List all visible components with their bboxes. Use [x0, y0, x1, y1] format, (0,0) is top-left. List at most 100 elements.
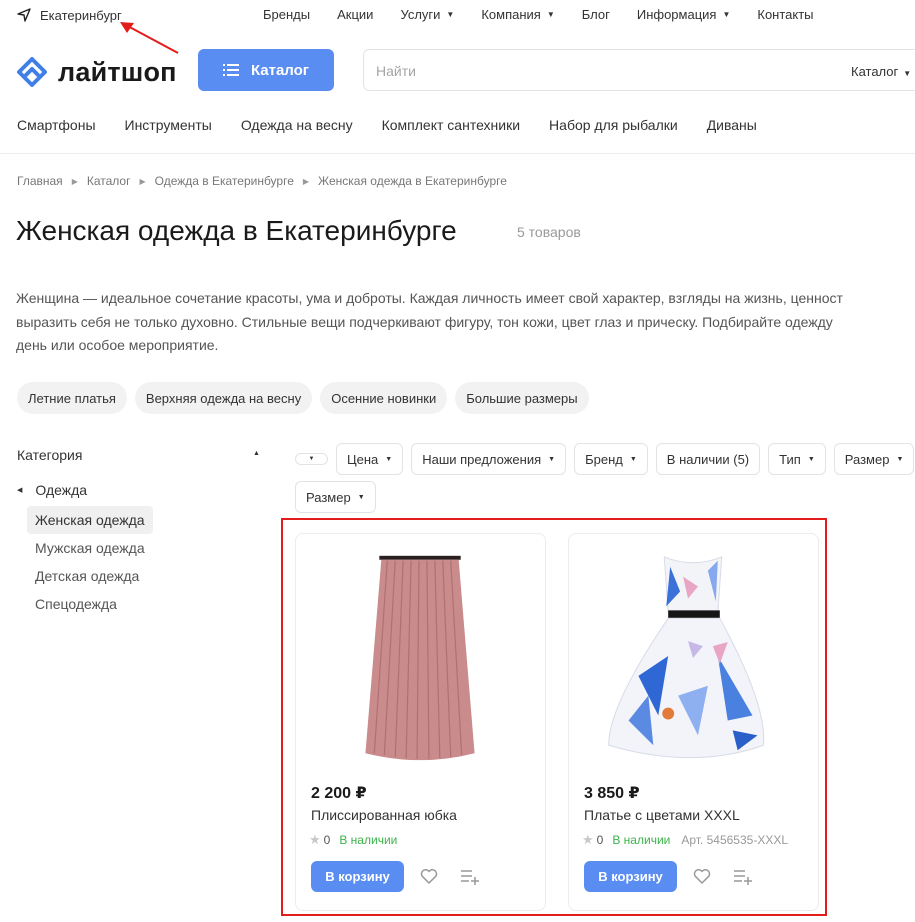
- catnav-item[interactable]: Комплект сантехники: [382, 117, 520, 133]
- add-to-cart-button[interactable]: В корзину: [311, 861, 404, 892]
- product-count: 5 товаров: [517, 224, 581, 240]
- product-rating: 0: [596, 833, 604, 847]
- search-input[interactable]: Найти Каталог ▼: [363, 49, 915, 91]
- city-selector[interactable]: Екатеринбург: [16, 7, 122, 23]
- filter-in-stock[interactable]: В наличии (5): [655, 443, 761, 475]
- tag-spring-outerwear[interactable]: Верхняя одежда на весну: [134, 382, 313, 414]
- filter-size-2[interactable]: Размер ▼: [295, 481, 376, 513]
- page-title: Женская одежда в Екатеринбурге: [16, 215, 457, 246]
- catnav-item[interactable]: Смартфоны: [17, 117, 96, 133]
- category-nav: Смартфоны Инструменты Одежда на весну Ко…: [17, 117, 786, 133]
- logo-text: лайтшоп: [58, 56, 177, 87]
- topnav-item-contacts[interactable]: Контакты: [757, 7, 813, 22]
- caret-down-icon: ▼: [722, 10, 731, 19]
- logo[interactable]: лайтшоп: [16, 56, 177, 88]
- sidebar-list: Женская одежда Мужская одежда Детская од…: [27, 506, 153, 618]
- catnav-item[interactable]: Диваны: [707, 117, 757, 133]
- heart-icon[interactable]: [420, 868, 438, 885]
- caret-down-icon: ▼: [446, 10, 455, 19]
- breadcrumb: Главная ▶ Каталог ▶ Одежда в Екатеринбур…: [17, 174, 507, 188]
- caret-down-icon: ▼: [629, 455, 637, 463]
- sidebar-item-kids[interactable]: Детская одежда: [27, 562, 153, 590]
- product-article: Арт. 5456535-XXXL: [681, 833, 789, 847]
- product-price: 3 850 ₽: [584, 785, 640, 802]
- topnav-item-info[interactable]: Информация ▼: [637, 7, 731, 22]
- search-placeholder: Найти: [376, 63, 416, 79]
- tag-autumn-new[interactable]: Осенние новинки: [320, 382, 448, 414]
- caret-down-icon: ▼: [896, 455, 904, 463]
- breadcrumb-item[interactable]: Главная: [17, 174, 63, 188]
- breadcrumb-current: Женская одежда в Екатеринбурге: [318, 174, 507, 188]
- filter-brand[interactable]: Бренд ▼: [574, 443, 648, 475]
- breadcrumb-separator-icon: ▶: [139, 176, 146, 186]
- sidebar-title[interactable]: Категория: [17, 447, 82, 463]
- caret-down-icon: ▼: [807, 455, 815, 463]
- caret-down-icon: ▼: [546, 10, 555, 19]
- breadcrumb-item[interactable]: Одежда в Екатеринбурге: [155, 174, 294, 188]
- product-card[interactable]: 2 200 ₽ Плиссированная юбка ★ 0 В наличи…: [295, 533, 546, 911]
- caret-up-icon[interactable]: ▲: [253, 450, 260, 457]
- sidebar-item-women[interactable]: Женская одежда: [27, 506, 153, 534]
- description-line: Женщина — идеальное сочетание красоты, у…: [16, 290, 843, 306]
- caret-down-icon: ▼: [548, 455, 556, 463]
- product-name[interactable]: Платье с цветами XXXL: [584, 807, 740, 823]
- divider: [0, 153, 915, 154]
- catalog-button[interactable]: Каталог: [198, 49, 334, 91]
- breadcrumb-separator-icon: ▶: [71, 176, 78, 186]
- catnav-item[interactable]: Набор для рыбалки: [549, 117, 678, 133]
- filter-type[interactable]: Тип ▼: [768, 443, 826, 475]
- description-line: выразить себя не только духовно. Стильны…: [16, 313, 833, 330]
- compare-icon[interactable]: [460, 868, 480, 886]
- sidebar-group-label: Одежда: [35, 482, 88, 498]
- location-arrow-icon: [17, 8, 31, 22]
- filters: ▼ Цена ▼ Наши предложения ▼ Бренд ▼ В налич…: [295, 443, 915, 519]
- topnav-item-company[interactable]: Компания ▼: [481, 7, 554, 22]
- city-name: Екатеринбург: [40, 7, 122, 23]
- filter-price[interactable]: Цена ▼: [336, 443, 404, 475]
- header: лайтшоп Каталог Найти Каталог ▼: [0, 44, 915, 96]
- breadcrumb-separator-icon: ▶: [302, 176, 310, 186]
- catalog-button-label: Каталог: [250, 61, 310, 79]
- search-scope-select[interactable]: Каталог ▼: [851, 64, 911, 79]
- breadcrumb-item[interactable]: Каталог: [87, 174, 131, 188]
- logo-mark-icon: [17, 57, 47, 87]
- add-to-cart-button[interactable]: В корзину: [584, 861, 677, 892]
- top-bar: Екатеринбург Бренды Акции Услуги ▼ Компан…: [0, 0, 915, 54]
- filter-offers[interactable]: Наши предложения ▼: [411, 443, 567, 475]
- caret-left-icon: ◀: [17, 487, 23, 494]
- list-icon: [222, 64, 239, 76]
- stock-status: В наличии: [339, 833, 398, 847]
- product-card[interactable]: 3 850 ₽ Платье с цветами XXXL ★ 0 В нали…: [568, 533, 819, 911]
- catnav-item[interactable]: Инструменты: [125, 117, 212, 133]
- topnav-item-promos[interactable]: Акции: [337, 7, 373, 22]
- category-description: Женщина — идеальное сочетание красоты, у…: [16, 287, 915, 358]
- product-image-pleated-skirt: [365, 555, 475, 761]
- product-rating: 0: [323, 833, 331, 847]
- sidebar-item-workwear[interactable]: Спецодежда: [27, 590, 153, 618]
- heart-icon[interactable]: [693, 868, 711, 885]
- caret-down-icon: ▼: [308, 456, 315, 462]
- description-line: день или особое мероприятие.: [16, 337, 219, 353]
- caret-down-icon: ▼: [903, 69, 912, 78]
- product-name[interactable]: Плиссированная юбка: [311, 807, 457, 823]
- tag-summer-dresses[interactable]: Летние платья: [17, 382, 127, 414]
- product-price: 2 200 ₽: [311, 785, 367, 802]
- sort-toggle[interactable]: ▼: [295, 453, 328, 465]
- sidebar-group[interactable]: ◀ Одежда: [17, 482, 87, 498]
- sidebar-item-men[interactable]: Мужская одежда: [27, 534, 153, 562]
- product-meta: ★ 0 В наличии Арт. 5456535-XXXL: [582, 832, 788, 848]
- product-image-floral-dress: [608, 556, 765, 759]
- quick-tags: Летние платья Верхняя одежда на весну Ос…: [17, 382, 589, 414]
- star-icon: ★: [582, 832, 594, 847]
- product-meta: ★ 0 В наличии: [309, 832, 408, 848]
- stock-status: В наличии: [612, 833, 671, 847]
- topnav-item-services[interactable]: Услуги ▼: [400, 7, 454, 22]
- compare-icon[interactable]: [733, 868, 753, 886]
- catnav-item[interactable]: Одежда на весну: [241, 117, 353, 133]
- caret-down-icon: ▼: [357, 493, 365, 501]
- filter-size[interactable]: Размер ▼: [833, 443, 915, 475]
- topnav-item-blog[interactable]: Блог: [582, 7, 610, 22]
- star-icon: ★: [309, 832, 321, 847]
- tag-large-sizes[interactable]: Большие размеры: [455, 382, 589, 414]
- topnav-item-brands[interactable]: Бренды: [263, 7, 310, 22]
